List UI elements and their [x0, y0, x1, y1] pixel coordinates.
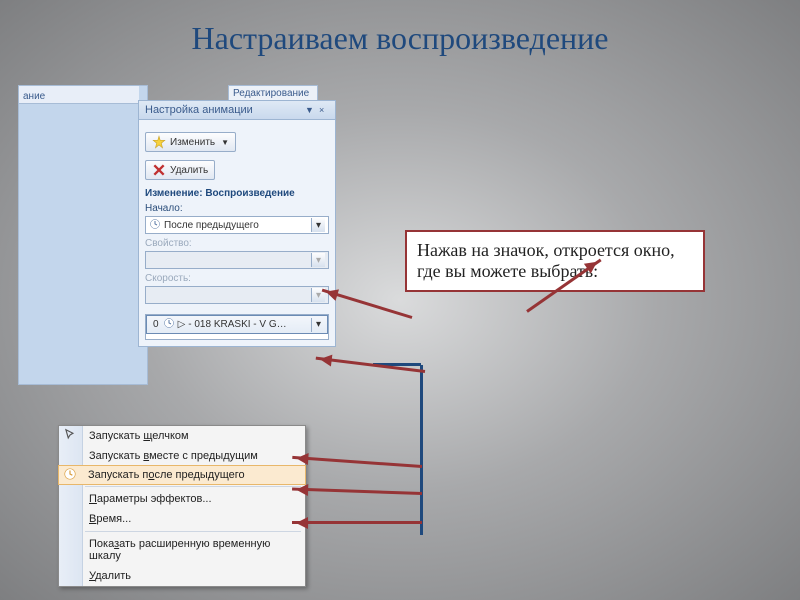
task-pane-header: Настройка анимации ▼ ×: [139, 101, 335, 120]
instruction-callout: Нажав на значок, откроется окно, где вы …: [405, 230, 705, 292]
chevron-down-icon: ▾: [311, 218, 325, 232]
mouse-click-icon: [63, 428, 79, 444]
menu-separator: [85, 531, 301, 532]
ribbon-group-label: ание: [19, 89, 49, 104]
slide-title: Настраиваем воспроизведение: [0, 0, 800, 57]
menu-show-timeline[interactable]: Показать расширенную временную шкалу: [59, 534, 305, 566]
ribbon-fragment: ание: [19, 86, 139, 104]
menu-separator: [85, 486, 301, 487]
menu-start-with-previous[interactable]: Запускать вместе с предыдущим: [59, 446, 305, 466]
clock-icon: [63, 467, 79, 483]
animation-list: 0 ▷ - 018 KRASKI - V G… ▾: [145, 314, 329, 340]
delete-x-icon: [152, 163, 166, 177]
anim-index: 0: [153, 319, 159, 330]
task-pane-dropdown-icon[interactable]: ▼: [305, 105, 315, 115]
speed-dropdown: ▾: [145, 286, 329, 304]
task-pane-close-icon[interactable]: ×: [319, 105, 329, 115]
clock-icon: [163, 317, 175, 332]
star-effect-icon: [152, 135, 166, 149]
menu-remove[interactable]: Удалить: [59, 566, 305, 586]
start-label: Начало:: [145, 203, 329, 214]
chevron-down-icon: ▾: [311, 253, 325, 267]
change-effect-label: Изменить: [170, 137, 215, 148]
start-dropdown[interactable]: После предыдущего ▾: [145, 216, 329, 234]
guide-vertical-line: [420, 365, 423, 535]
menu-timing[interactable]: Время...: [59, 509, 305, 529]
app-screenshot: ание Редактирование Настройка анимации ▼…: [18, 85, 338, 585]
menu-start-after-previous[interactable]: Запускать после предыдущего: [58, 465, 306, 485]
menu-start-on-click[interactable]: Запускать щелчком: [59, 426, 305, 446]
effect-section-title: Изменение: Воспроизведение: [145, 188, 329, 199]
menu-effect-options[interactable]: Параметры эффектов...: [59, 489, 305, 509]
editor-background: ание: [18, 85, 148, 385]
anim-item-name: - 018 KRASKI - V G…: [188, 319, 311, 330]
property-dropdown: ▾: [145, 251, 329, 269]
anim-item-dropdown-toggle[interactable]: ▾: [311, 318, 325, 332]
chevron-down-icon: ▼: [221, 138, 229, 147]
start-dropdown-value: После предыдущего: [164, 220, 259, 231]
animation-context-menu: Запускать щелчком Запускать вместе с пре…: [58, 425, 306, 587]
animation-list-item[interactable]: 0 ▷ - 018 KRASKI - V G… ▾: [146, 315, 328, 334]
property-label: Свойство:: [145, 238, 329, 249]
remove-effect-label: Удалить: [170, 165, 208, 176]
animation-task-pane: Настройка анимации ▼ × Изменить ▼: [138, 100, 336, 347]
change-effect-button[interactable]: Изменить ▼: [145, 132, 236, 152]
speed-label: Скорость:: [145, 273, 329, 284]
arrow-to-timeline: [292, 521, 422, 524]
play-icon: ▷: [178, 319, 186, 330]
task-pane-title: Настройка анимации: [145, 104, 253, 116]
clock-icon: [149, 218, 161, 233]
remove-effect-button[interactable]: Удалить: [145, 160, 215, 180]
